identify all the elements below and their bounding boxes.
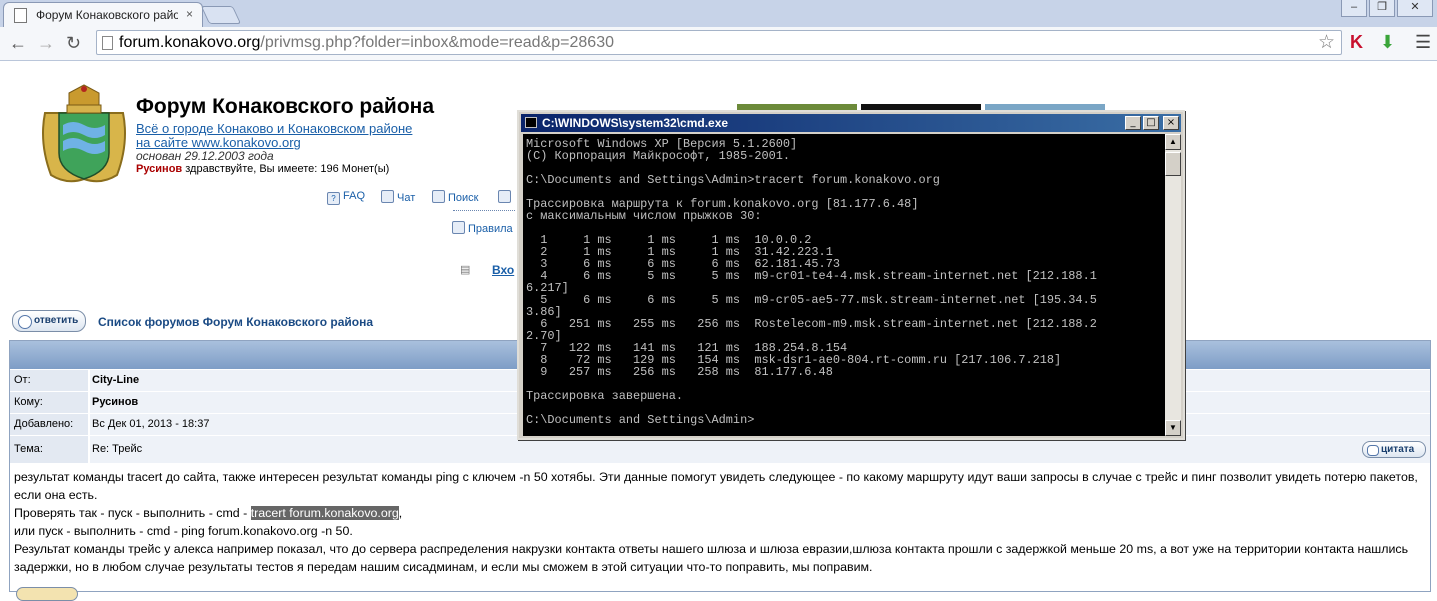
founded-date: основан 29.12.2003 года bbox=[136, 149, 274, 163]
quote-button[interactable]: цитата bbox=[1362, 441, 1426, 458]
field-subject: Тема: Re: Трейс bbox=[10, 436, 1430, 464]
cmd-titlebar[interactable]: C:\WINDOWS\system32\cmd.exe _ □ × bbox=[521, 114, 1181, 132]
forward-arrow-icon[interactable]: → bbox=[37, 33, 55, 54]
window-controls: ‒ ❐ ✕ bbox=[1341, 0, 1433, 17]
reply-icon bbox=[18, 315, 32, 329]
selected-text[interactable]: tracert forum.konakovo.org bbox=[250, 506, 399, 520]
help-icon: ? bbox=[327, 192, 340, 205]
nav-chat[interactable]: Чат bbox=[381, 190, 415, 204]
scroll-up-arrow-icon[interactable]: ▲ bbox=[1165, 134, 1181, 150]
browser-tabstrip: Форум Конаковского район × ‒ ❐ ✕ bbox=[0, 0, 1437, 27]
nav-login[interactable]: Вхо bbox=[492, 263, 514, 277]
scroll-thumb[interactable] bbox=[1165, 152, 1181, 176]
url-text[interactable]: forum.konakovo.org/privmsg.php?folder=in… bbox=[119, 34, 614, 52]
site-home-link[interactable]: Всё о городе Конаково и Конаковском райо… bbox=[136, 121, 412, 136]
download-extension-icon[interactable]: ⬇ bbox=[1380, 32, 1395, 53]
cmd-maximize-button[interactable]: □ bbox=[1143, 116, 1159, 130]
browser-toolbar: ← → ↻ forum.konakovo.org/privmsg.php?fol… bbox=[0, 27, 1437, 61]
menu-icon[interactable]: ☰ bbox=[1415, 32, 1431, 53]
chat-icon bbox=[381, 190, 394, 203]
site-title: Форум Конаковского района bbox=[136, 95, 435, 118]
document-icon: ▤ bbox=[460, 264, 471, 276]
browser-tab[interactable]: Форум Конаковского район × bbox=[3, 2, 203, 27]
back-arrow-icon[interactable]: ← bbox=[9, 33, 27, 54]
tab-close-icon[interactable]: × bbox=[186, 7, 193, 21]
close-window-button[interactable]: ✕ bbox=[1397, 0, 1433, 17]
site-url-link[interactable]: на сайте www.konakovo.org bbox=[136, 135, 301, 150]
reply-button[interactable]: ответить bbox=[12, 310, 86, 332]
konakovo-coat-of-arms-logo bbox=[42, 84, 126, 183]
nav-divider bbox=[453, 210, 515, 211]
breadcrumb-forum-list[interactable]: Список форумов Форум Конаковского района bbox=[98, 315, 373, 329]
nav-more-icon[interactable] bbox=[498, 190, 514, 204]
bottom-action-button[interactable] bbox=[16, 587, 78, 601]
quote-icon bbox=[1367, 445, 1379, 456]
maximize-button[interactable]: ❐ bbox=[1369, 0, 1395, 17]
nav-faq[interactable]: ? FAQ bbox=[327, 190, 365, 205]
cmd-scrollbar[interactable]: ▲ ▼ bbox=[1165, 134, 1181, 436]
reload-icon[interactable]: ↻ bbox=[66, 33, 81, 54]
cmd-close-button[interactable]: × bbox=[1163, 116, 1179, 130]
cmd-minimize-button[interactable]: _ bbox=[1125, 116, 1141, 130]
address-bar[interactable]: forum.konakovo.org/privmsg.php?folder=in… bbox=[96, 30, 1342, 55]
message-body: результат команды tracert до сайта, такж… bbox=[14, 470, 1418, 574]
cmd-window[interactable]: C:\WINDOWS\system32\cmd.exe _ □ × Micros… bbox=[517, 110, 1185, 440]
scroll-down-arrow-icon[interactable]: ▼ bbox=[1165, 420, 1181, 436]
page-icon bbox=[14, 8, 27, 23]
nav-search[interactable]: Поиск bbox=[432, 190, 478, 204]
cmd-icon bbox=[525, 117, 537, 128]
search-icon bbox=[432, 190, 445, 203]
cmd-window-controls: _ □ × bbox=[1125, 116, 1179, 130]
tab-title: Форум Конаковского район bbox=[36, 8, 178, 22]
new-tab-button[interactable] bbox=[200, 6, 242, 24]
message-subject: Re: Трейс bbox=[90, 436, 1430, 463]
cmd-console[interactable]: Microsoft Windows XP [Версия 5.1.2600] (… bbox=[523, 134, 1165, 436]
user-greeting: Русинов здравствуйте, Вы имеете: 196 Мон… bbox=[136, 163, 390, 175]
minimize-button[interactable]: ‒ bbox=[1341, 0, 1367, 17]
bookmark-star-icon[interactable]: ☆ bbox=[1318, 31, 1335, 54]
cmd-title: C:\WINDOWS\system32\cmd.exe bbox=[542, 116, 729, 130]
kaspersky-extension-icon[interactable]: K bbox=[1350, 32, 1363, 53]
page-icon bbox=[102, 36, 113, 50]
rules-icon bbox=[452, 221, 465, 234]
cmd-output: Microsoft Windows XP [Версия 5.1.2600] (… bbox=[526, 137, 1097, 427]
username[interactable]: Русинов bbox=[136, 163, 182, 175]
nav-rules[interactable]: Правила bbox=[452, 221, 513, 235]
